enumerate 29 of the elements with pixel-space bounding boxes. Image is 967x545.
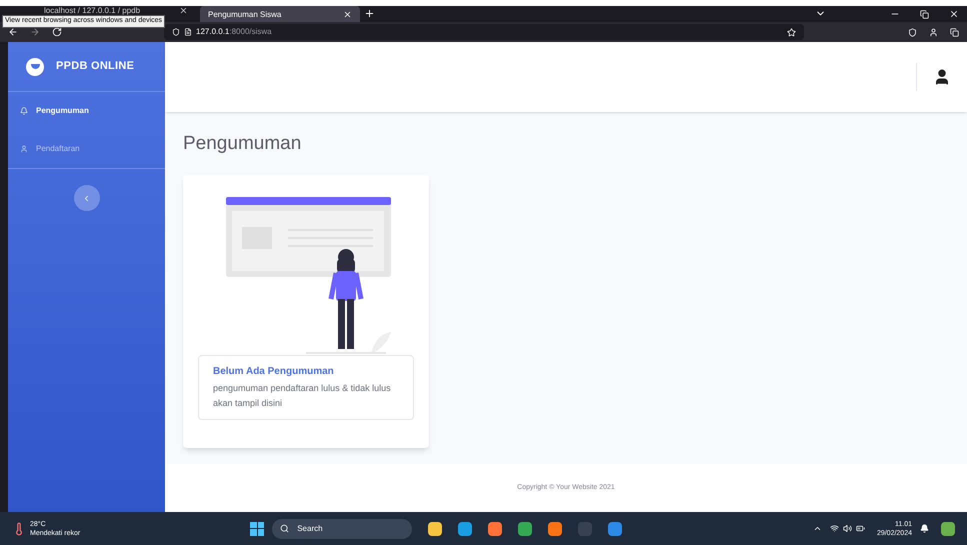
announcement-heading: Belum Ada Pengumuman — [213, 364, 335, 378]
close-icon[interactable] — [949, 9, 959, 19]
notification-icon[interactable] — [920, 524, 929, 533]
battery-icon[interactable] — [856, 524, 865, 533]
restore-icon[interactable] — [920, 10, 929, 19]
browser-tab[interactable]: Pengumuman Siswa — [200, 6, 360, 22]
address-bar[interactable]: 127.0.0.1:8000/siswa — [164, 24, 804, 40]
user-icon[interactable] — [933, 68, 951, 86]
forward-icon[interactable] — [30, 27, 40, 37]
new-tab-icon[interactable] — [364, 8, 375, 19]
app-icon[interactable] — [548, 522, 562, 536]
page-title: Pengumuman — [183, 132, 302, 156]
app-icon[interactable] — [941, 522, 955, 536]
chevron-left-icon — [82, 194, 91, 202]
wifi-icon[interactable] — [830, 524, 839, 533]
close-tab-icon[interactable] — [179, 6, 188, 15]
bell-icon — [20, 107, 28, 115]
volume-icon[interactable] — [842, 524, 852, 533]
user-icon — [20, 145, 28, 153]
sidebar-item[interactable]: Pengumuman — [20, 92, 153, 130]
announcement-text: pengumuman pendaftaran lulus & tidak lulus akan tampil disini — [213, 382, 392, 410]
account-icon[interactable] — [929, 28, 938, 36]
back-icon[interactable] — [8, 27, 18, 37]
brand-name[interactable]: PPDB ONLINE — [56, 58, 134, 75]
start-icon[interactable] — [250, 522, 264, 536]
reload-icon[interactable] — [52, 27, 62, 37]
tray-icon[interactable] — [812, 524, 822, 533]
search-field[interactable]: Search — [272, 518, 412, 538]
search-icon — [280, 524, 290, 533]
